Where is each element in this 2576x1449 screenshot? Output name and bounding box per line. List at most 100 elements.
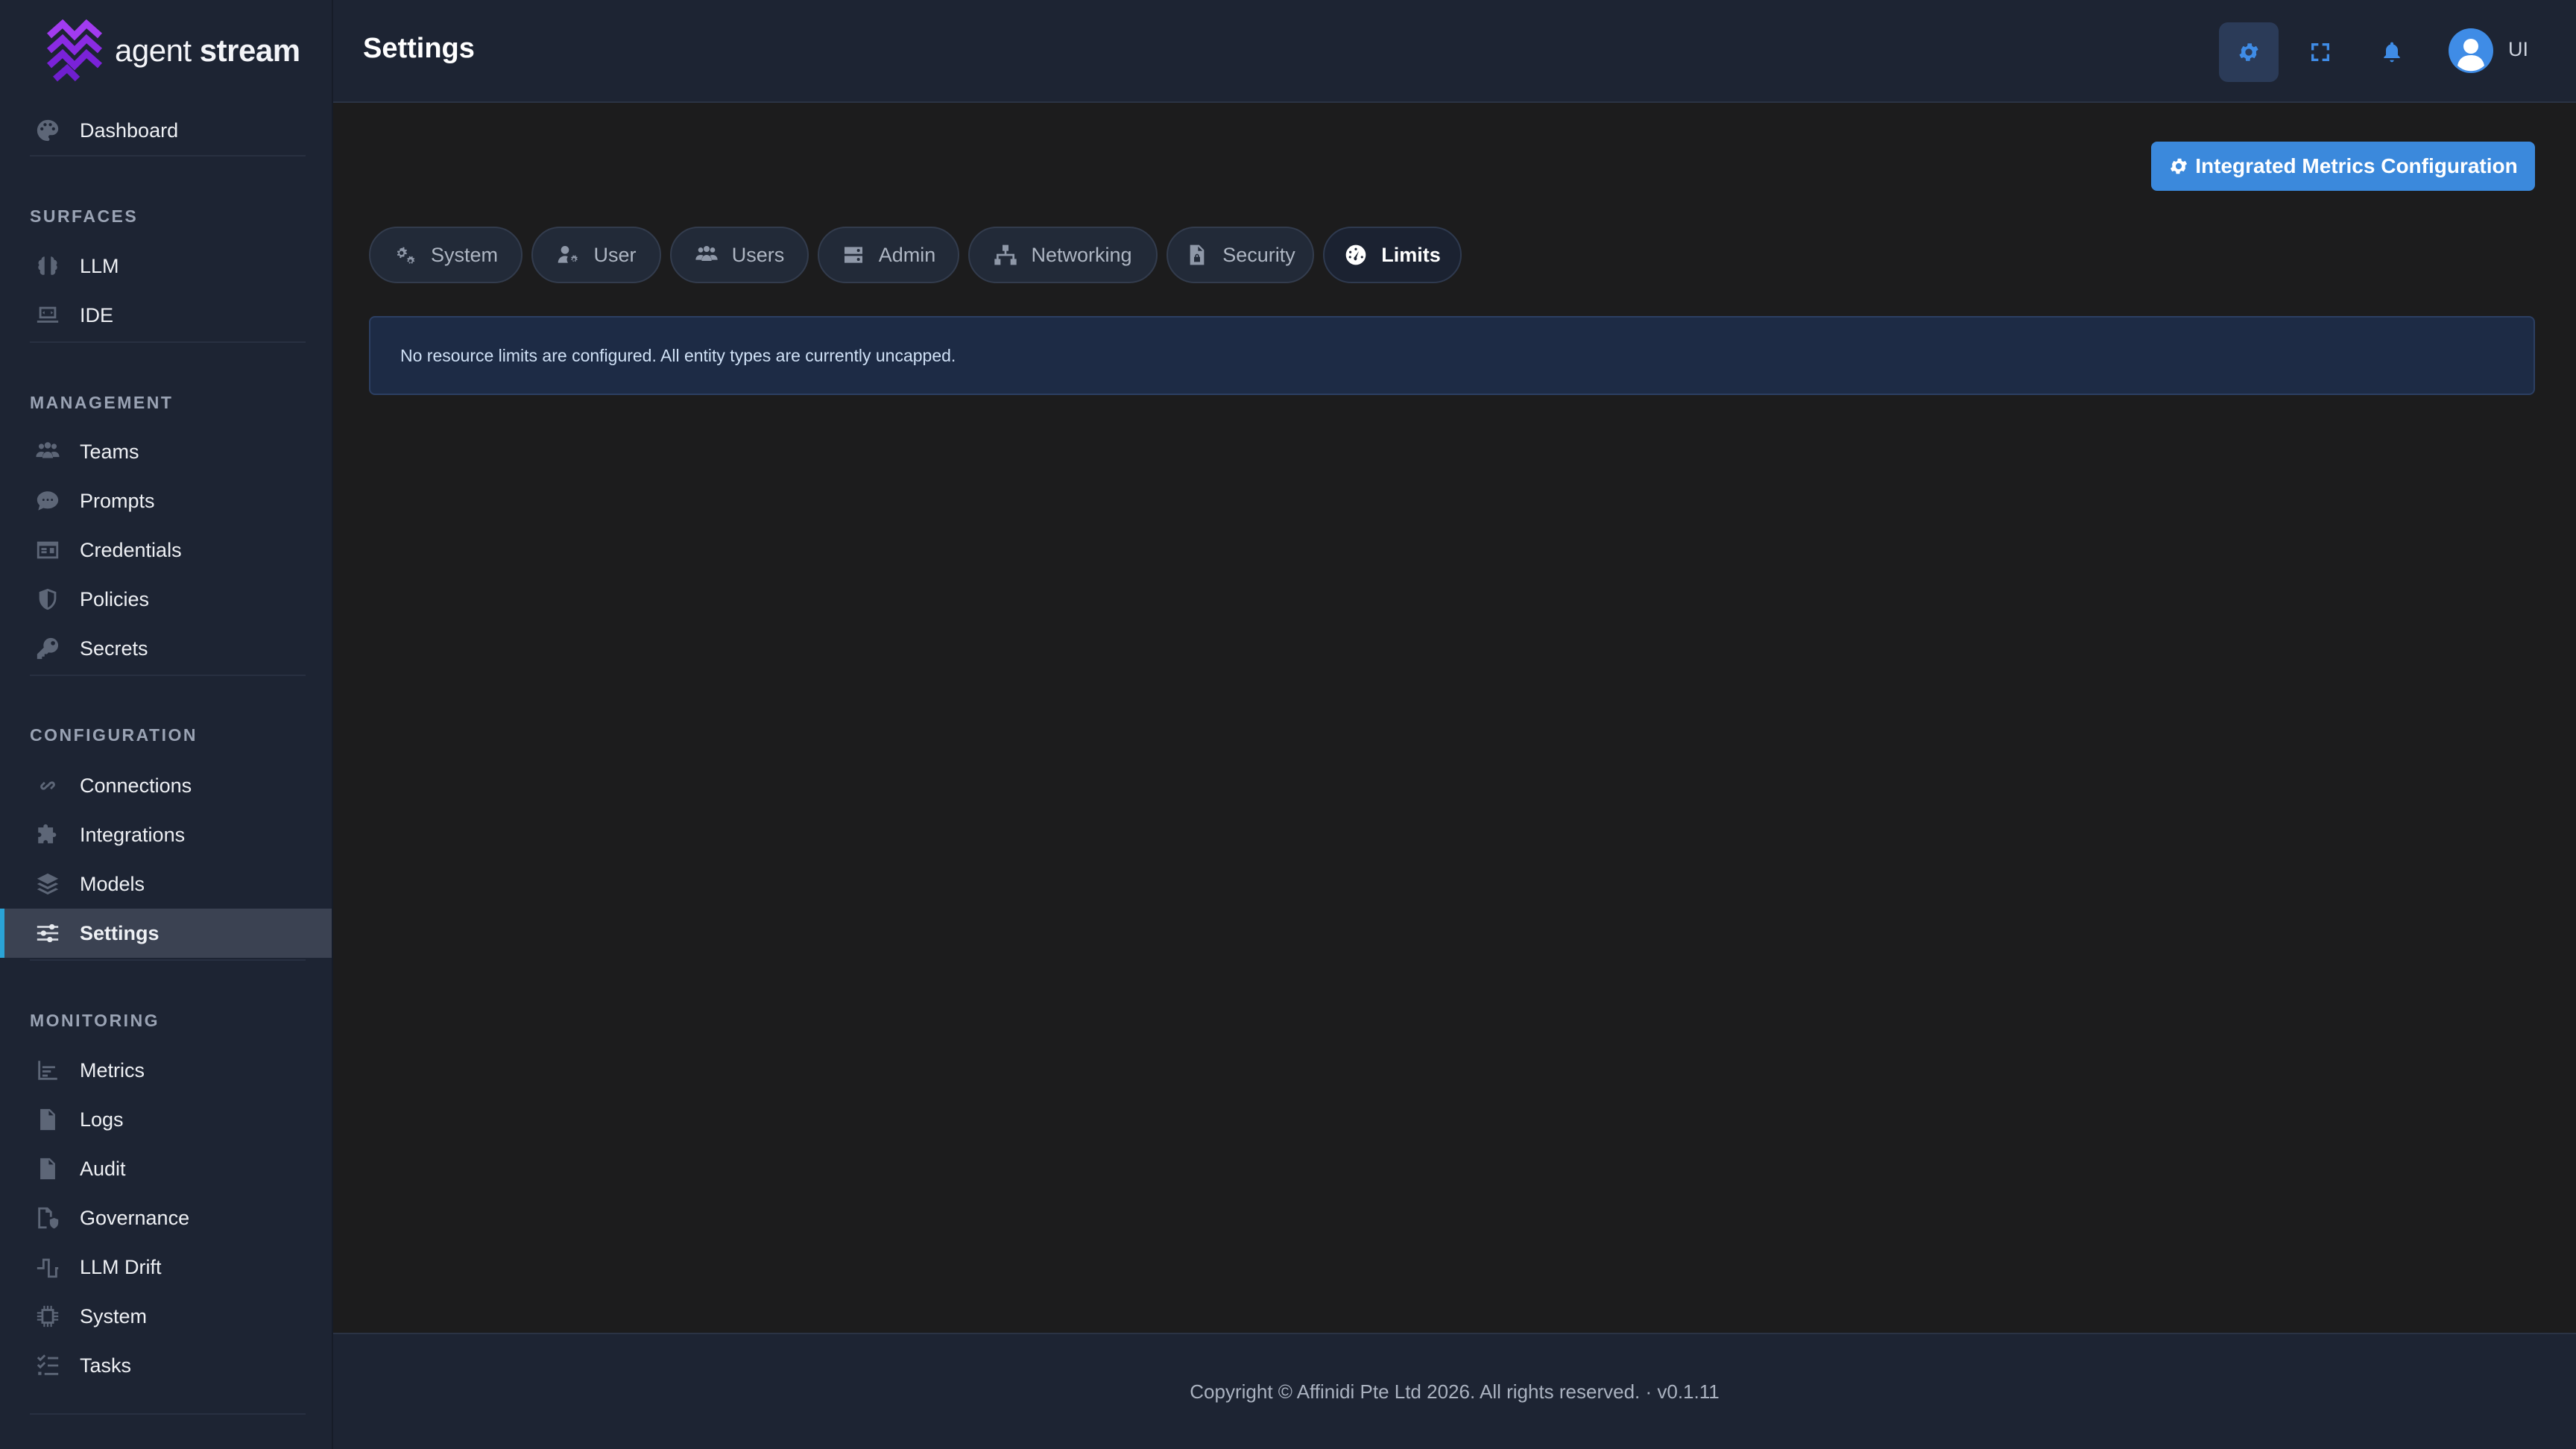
sidebar-item-label: Credentials [80,538,182,561]
tab-user[interactable]: User [531,227,661,283]
tab-users[interactable]: Users [670,227,809,283]
gear-icon [2171,158,2188,174]
sidebar-item-tasks[interactable]: Tasks [0,1341,332,1390]
file-icon [33,1105,63,1134]
tab-limits[interactable]: Limits [1323,227,1462,283]
gears-icon [397,247,415,264]
sidebar-item-connections[interactable]: Connections [0,761,332,810]
sidebar-item-logs[interactable]: Logs [0,1095,332,1144]
sidebar-item-system[interactable]: System [0,1292,332,1341]
divider [30,155,306,157]
sidebar-item-label: IDE [80,303,114,326]
avatar[interactable] [2449,28,2493,73]
sidebar-item-llm[interactable]: LLM [0,242,332,291]
comment-icon [33,486,63,516]
sidebar-item-metrics[interactable]: Metrics [0,1046,332,1095]
integrated-metrics-config-button[interactable]: Integrated Metrics Configuration [2151,142,2535,191]
sidebar-item-settings[interactable]: Settings [0,909,332,958]
button-label: Integrated Metrics Configuration [2195,154,2518,177]
tab-label: Security [1222,243,1295,266]
layers-icon [33,869,63,899]
sidebar-item-label: Secrets [80,637,148,660]
sidebar-item-credentials[interactable]: Credentials [0,525,332,575]
sidebar-item-label: Audit [80,1157,126,1180]
tab-label: System [430,243,499,266]
laptop-code-icon [33,300,63,330]
sidebar-item-label: LLM [80,254,119,277]
sidebar-item-llm-drift[interactable]: LLM Drift [0,1243,332,1292]
sidebar-item-models[interactable]: Models [0,859,332,909]
alert-message: No resource limits are configured. All e… [400,345,956,365]
users-icon [695,246,718,261]
puzzle-icon [33,820,63,850]
sidebar-item-prompts[interactable]: Prompts [0,476,332,525]
tab-admin[interactable]: Admin [818,227,959,283]
tab-networking[interactable]: Networking [968,227,1158,283]
agentstream-logo-icon [47,19,102,82]
sidebar-item-label: Prompts [80,489,155,512]
sidebar-item-label: Governance [80,1206,190,1229]
sidebar-item-label: Settings [80,921,160,944]
users-icon [33,437,63,467]
tab-label: Users [731,243,785,266]
key-icon [33,634,63,663]
sidebar-item-dashboard[interactable]: Dashboard [0,106,332,155]
section-title-monitoring: MONITORING [30,1011,160,1030]
sidebar-item-audit[interactable]: Audit [0,1144,332,1193]
info-alert: No resource limits are configured. All e… [369,316,2535,395]
notifications-button[interactable] [2362,22,2422,82]
sidebar-item-label: Teams [80,440,139,463]
user-gear-icon [558,246,578,263]
tab-system[interactable]: System [369,227,523,283]
sidebar-item-governance[interactable]: Governance [0,1193,332,1243]
user-avatar-icon [2457,39,2484,72]
brand-name: agent stream [115,33,300,68]
sidebar-item-label: LLM Drift [80,1255,162,1278]
sidebar-item-label: System [80,1304,148,1328]
microchip-icon [33,1301,63,1331]
settings-button[interactable] [2219,22,2279,82]
sidebar-item-label: Tasks [80,1354,132,1377]
wave-square-icon [33,1252,63,1282]
divider [30,959,306,961]
top-bar: Settings UI [333,0,2576,103]
id-card-icon [33,535,63,565]
sliders-icon [33,918,63,948]
copyright-text: Copyright © Affinidi Pte Ltd 2026. All r… [1190,1380,1720,1403]
file-lock-icon [1190,244,1205,265]
sidebar-item-teams[interactable]: Teams [0,427,332,476]
sidebar-item-ide[interactable]: IDE [0,291,332,340]
page-title: Settings [363,33,475,64]
sidebar-item-label: Models [80,872,145,895]
divider [30,675,306,676]
sidebar-item-label: Connections [80,774,192,797]
sidebar-item-label: Dashboard [80,119,179,142]
fullscreen-button[interactable] [2291,22,2350,82]
section-title-surfaces: SURFACES [30,206,139,226]
palette-icon [33,116,63,145]
brand-logo[interactable]: agent stream [45,19,300,82]
sidebar-item-integrations[interactable]: Integrations [0,810,332,859]
gauge-icon [1345,244,1366,265]
server-icon [844,247,862,263]
user-initials[interactable]: UI [2508,38,2528,61]
chart-icon [33,1055,63,1085]
shield-icon [33,584,63,614]
sidebar-item-label: Integrations [80,823,186,846]
footer: Copyright © Affinidi Pte Ltd 2026. All r… [333,1333,2576,1449]
sidebar-item-label: Metrics [80,1058,145,1082]
sidebar-item-label: Logs [80,1108,124,1131]
tab-label: User [593,243,637,266]
list-check-icon [33,1351,63,1380]
bell-icon [2384,42,2400,63]
section-title-configuration: CONFIGURATION [30,725,198,745]
main-content: Integrated Metrics Configuration System … [333,104,2576,1333]
sidebar-item-secrets[interactable]: Secrets [0,624,332,673]
tab-label: Limits [1381,243,1441,266]
tab-security[interactable]: Security [1167,227,1314,283]
sidebar-item-policies[interactable]: Policies [0,575,332,624]
brain-icon [33,251,63,281]
expand-icon [2311,43,2329,61]
sidebar-item-label: Policies [80,587,150,610]
divider [30,1413,306,1415]
